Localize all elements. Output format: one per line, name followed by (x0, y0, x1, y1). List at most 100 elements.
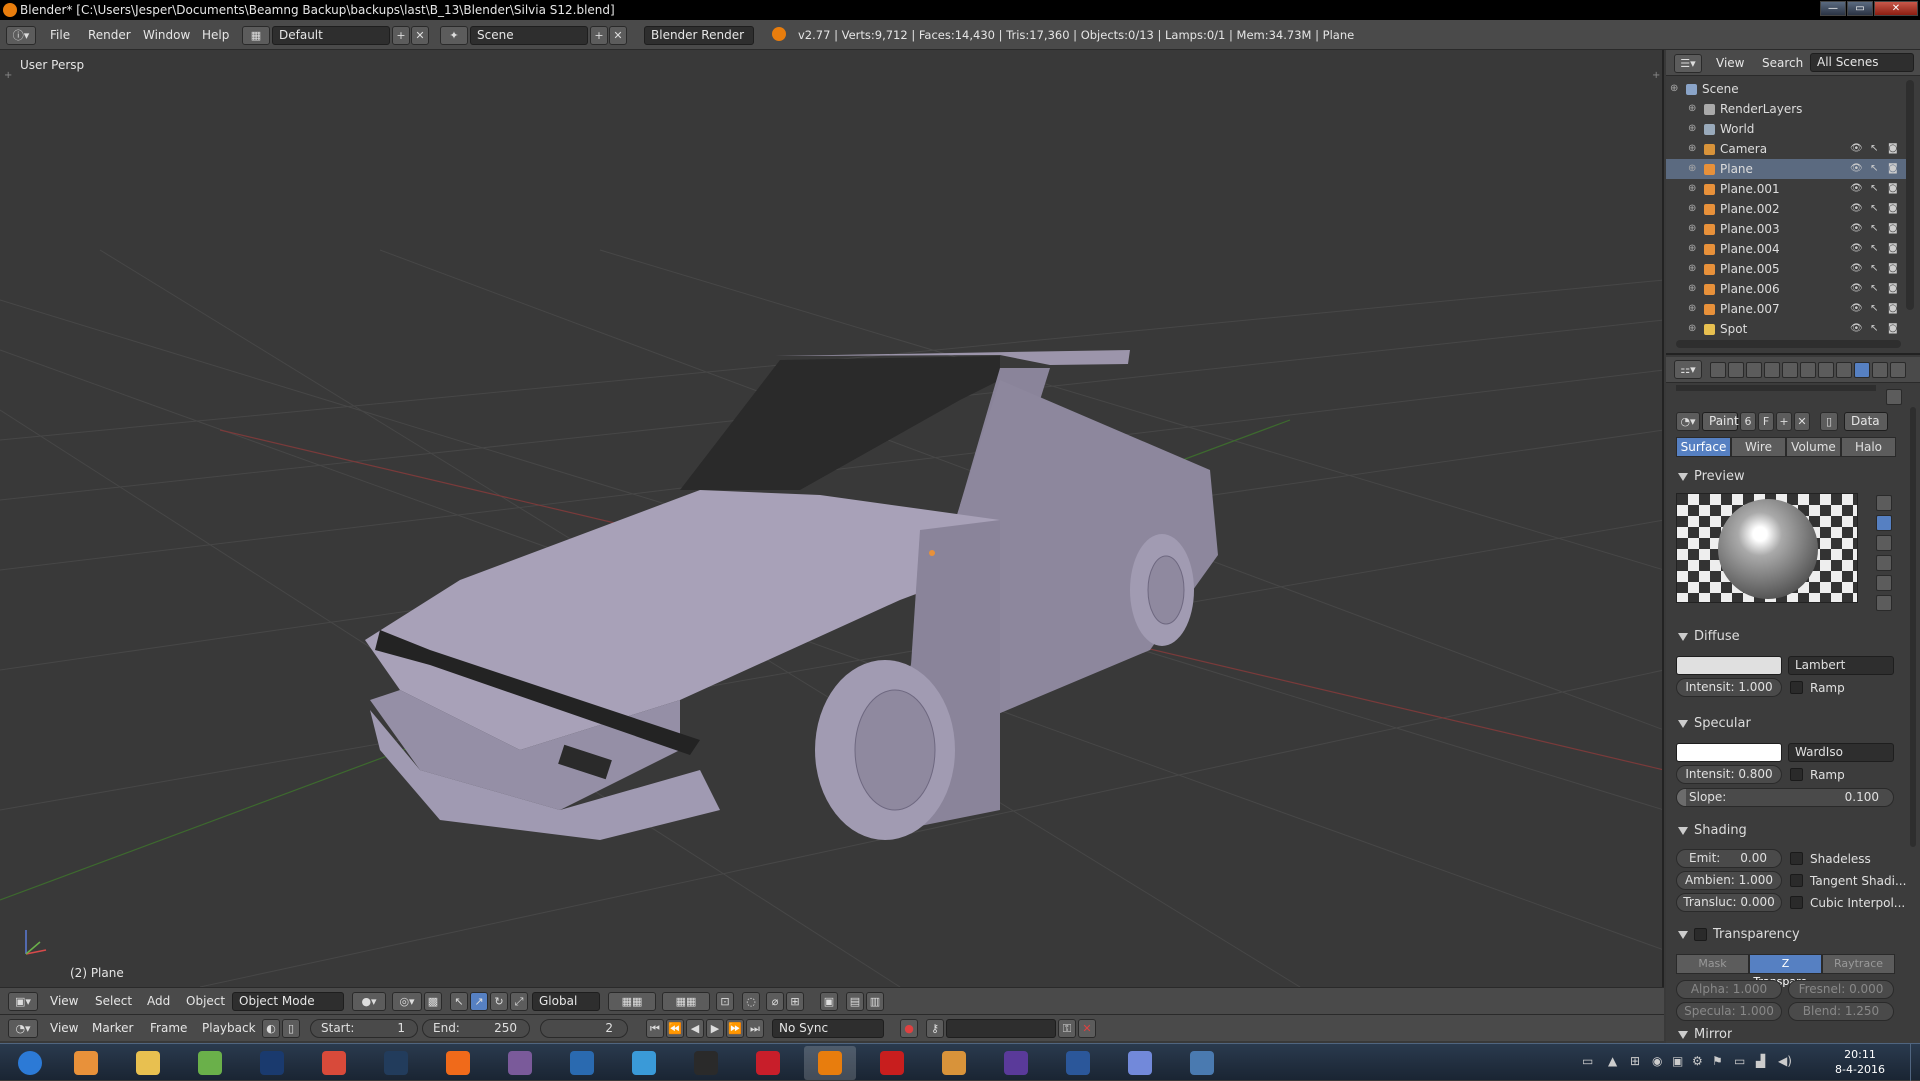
menu-search[interactable]: Search (1762, 56, 1803, 70)
fake-user-button[interactable]: F (1758, 412, 1774, 431)
renderability-icon[interactable]: ◙ (1888, 319, 1898, 339)
outliner-item[interactable]: ⊕ Plane.005 👁 ↖ ◙ (1666, 259, 1906, 279)
material-slot-list[interactable] (1676, 385, 1876, 391)
outliner-item[interactable]: ⊕ Plane.006 👁 ↖ ◙ (1666, 279, 1906, 299)
preview-cube-icon[interactable] (1876, 535, 1892, 551)
diffuse-ramp-checkbox[interactable] (1790, 681, 1803, 694)
expand-toggle-icon[interactable]: ⊕ (1688, 259, 1696, 279)
taskbar-clock[interactable]: 20:11 8-4-2016 (1820, 1047, 1900, 1077)
preview-range-icon[interactable]: ◐ (262, 1019, 280, 1038)
expand-toggle-icon[interactable]: ⊕ (1688, 219, 1696, 239)
tab-halo[interactable]: Halo (1841, 437, 1896, 457)
ambient-field[interactable]: Ambien: 1.000 (1676, 871, 1782, 890)
maximize-button[interactable]: ▭ (1847, 1, 1873, 16)
taskbar-discord-button[interactable] (1114, 1046, 1166, 1080)
opengl-anim-icon[interactable]: ▤ (846, 992, 864, 1011)
taskbar-photoshop-button[interactable] (246, 1046, 298, 1080)
outliner-item[interactable]: ⊕ RenderLayers (1666, 99, 1906, 119)
taskbar-obs-button[interactable] (680, 1046, 732, 1080)
outliner-horizontal-scrollbar[interactable] (1676, 340, 1901, 348)
browse-icon[interactable]: ▯ (1820, 412, 1838, 431)
outliner-item[interactable]: ⊕ Plane.002 👁 ↖ ◙ (1666, 199, 1906, 219)
new-material-button[interactable]: + (1776, 412, 1792, 431)
selectability-icon[interactable]: ↖ (1870, 279, 1878, 299)
tangent-shading-checkbox[interactable] (1790, 874, 1803, 887)
scene-field[interactable]: Scene (470, 26, 588, 45)
scale-icon[interactable]: ⤢ (510, 992, 528, 1011)
object-tab-icon[interactable] (1782, 362, 1798, 378)
record-icon[interactable]: ● (900, 1019, 918, 1038)
renderability-icon[interactable]: ◙ (1888, 219, 1898, 239)
jump-start-icon[interactable]: ⏮ (646, 1019, 664, 1038)
preview-flat-icon[interactable] (1876, 495, 1892, 511)
selectability-icon[interactable]: ↖ (1870, 199, 1878, 219)
outliner-item[interactable]: ⊕ Plane 👁 ↖ ◙ (1666, 159, 1906, 179)
selectability-icon[interactable]: ↖ (1870, 159, 1878, 179)
link-select[interactable]: Data (1844, 412, 1888, 431)
taskbar-remote-button[interactable] (618, 1046, 670, 1080)
renderability-icon[interactable]: ◙ (1888, 199, 1898, 219)
renderability-icon[interactable]: ◙ (1888, 299, 1898, 319)
preview-panel-header[interactable]: Preview (1678, 469, 1745, 484)
expand-toggle-icon[interactable]: ⊕ (1688, 99, 1696, 119)
viewport-shading-icon[interactable]: ●▾ (352, 992, 386, 1011)
alpha-field[interactable]: Alpha: 1.000 (1676, 980, 1782, 999)
properties-scrollbar[interactable] (1910, 407, 1916, 847)
tray-gear-icon[interactable]: ⚙ (1692, 1054, 1703, 1068)
visibility-icon[interactable]: 👁 (1850, 179, 1863, 199)
play-icon[interactable]: ▶ (706, 1019, 724, 1038)
outliner-item[interactable]: ⊕ Plane.001 👁 ↖ ◙ (1666, 179, 1906, 199)
taskbar-inventor-button[interactable] (928, 1046, 980, 1080)
insert-keyframe-icon[interactable]: ⚿ (1058, 1019, 1076, 1038)
sync-select[interactable]: No Sync (772, 1019, 884, 1038)
snap-icon[interactable]: ⌀ (766, 992, 784, 1011)
expand-toggle-icon[interactable]: ⊕ (1688, 319, 1696, 339)
taskbar-notepad-plus-button[interactable] (184, 1046, 236, 1080)
specular-color-swatch[interactable] (1676, 743, 1782, 762)
jump-keyframe-back-icon[interactable]: ⏪ (666, 1019, 684, 1038)
taskbar-uplay-button[interactable] (556, 1046, 608, 1080)
expand-toggle-icon[interactable]: ⊕ (1688, 119, 1696, 139)
play-reverse-icon[interactable]: ◀ (686, 1019, 704, 1038)
layout-remove-button[interactable]: ✕ (411, 26, 429, 45)
tray-steam-icon[interactable]: ◉ (1652, 1054, 1662, 1068)
orientation-select[interactable]: Global (532, 992, 600, 1011)
diffuse-intensity-field[interactable]: Intensit: 1.000 (1676, 678, 1782, 697)
tray-expand-icon[interactable]: ▲ (1608, 1054, 1617, 1068)
menu-window[interactable]: Window (143, 28, 190, 42)
translate-icon[interactable]: ↗ (470, 992, 488, 1011)
jump-keyframe-forward-icon[interactable]: ⏩ (726, 1019, 744, 1038)
expand-toggle-icon[interactable]: ⊕ (1670, 79, 1678, 99)
visibility-icon[interactable]: 👁 (1850, 199, 1863, 219)
renderability-icon[interactable]: ◙ (1888, 179, 1898, 199)
layers-group-1[interactable]: ▦▦ (608, 992, 656, 1011)
layout-field[interactable]: Default (272, 26, 390, 45)
render-tab-icon[interactable] (1710, 362, 1726, 378)
keying-set-icon[interactable]: ⚷ (926, 1019, 944, 1038)
opengl-render-icon[interactable]: ▣ (820, 992, 838, 1011)
layout-icon[interactable]: ▦ (242, 26, 270, 45)
menu-view[interactable]: View (50, 1021, 78, 1035)
menu-file[interactable]: File (50, 28, 70, 42)
visibility-icon[interactable]: 👁 (1850, 159, 1863, 179)
current-frame-field[interactable]: 2 (540, 1019, 628, 1038)
taskbar-solidworks-button[interactable] (742, 1046, 794, 1080)
taskbar-window-button[interactable] (1176, 1046, 1228, 1080)
visibility-icon[interactable]: 👁 (1850, 319, 1863, 339)
taskbar-word-button[interactable] (1052, 1046, 1104, 1080)
tab-wire[interactable]: Wire (1731, 437, 1786, 457)
lock-range-icon[interactable]: ▯ (282, 1019, 300, 1038)
jump-end-icon[interactable]: ⏭ (746, 1019, 764, 1038)
outliner-item[interactable]: ⊕ Plane.003 👁 ↖ ◙ (1666, 219, 1906, 239)
renderability-icon[interactable]: ◙ (1888, 139, 1898, 159)
renderability-icon[interactable]: ◙ (1888, 279, 1898, 299)
cubic-interpolation-checkbox[interactable] (1790, 896, 1803, 909)
proportional-edit-icon[interactable]: ◌ (742, 992, 760, 1011)
tray-volume-icon[interactable]: ◀) (1778, 1054, 1792, 1068)
taskbar-blender-button[interactable] (804, 1046, 856, 1080)
expand-toggle-icon[interactable]: ⊕ (1688, 139, 1696, 159)
data-tab-icon[interactable] (1836, 362, 1852, 378)
outliner-item[interactable]: ⊕ Plane.004 👁 ↖ ◙ (1666, 239, 1906, 259)
unlink-material-button[interactable]: ✕ (1794, 412, 1810, 431)
render-engine-select[interactable]: Blender Render (644, 26, 754, 45)
